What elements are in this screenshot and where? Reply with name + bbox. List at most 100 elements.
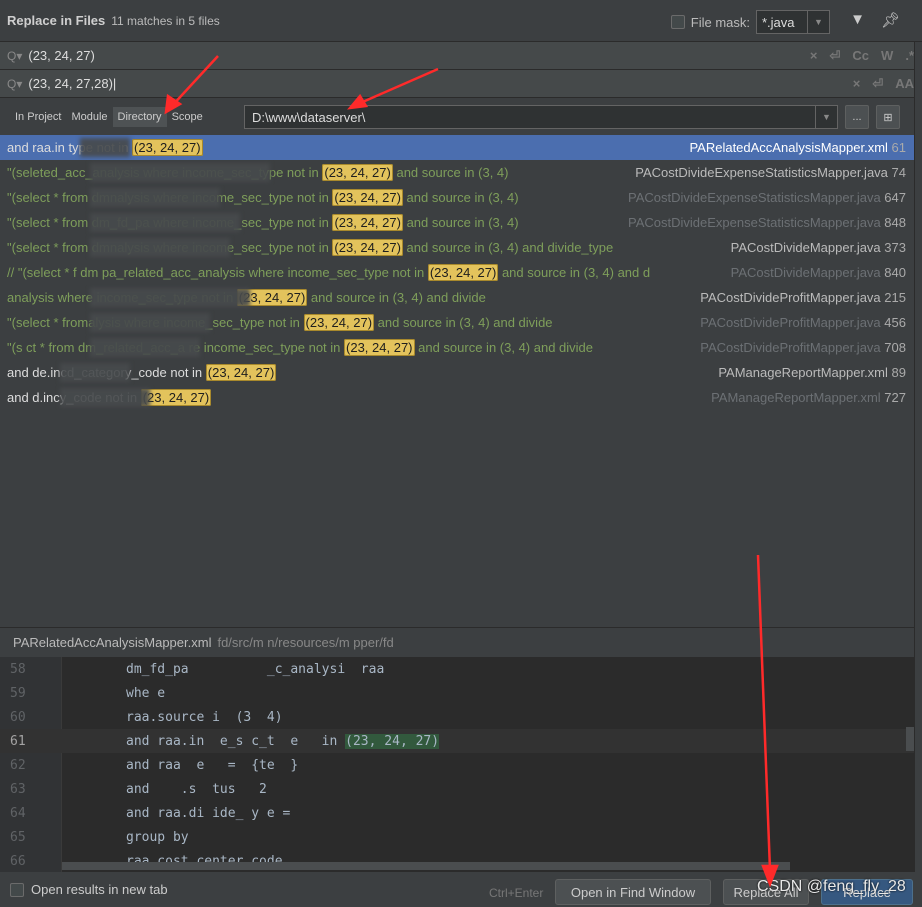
code-line: 59 whe e — [0, 681, 914, 705]
result-row[interactable]: "(select * from dmnalysis where income_s… — [0, 235, 914, 260]
open-new-tab-checkbox[interactable] — [10, 882, 24, 897]
match-highlight: (23, 24, 27) — [303, 314, 375, 331]
words-icon[interactable]: W — [881, 48, 893, 64]
line-number: 62 — [10, 757, 26, 773]
result-row[interactable]: "(select * from dm_fd_pa where income_se… — [0, 210, 914, 235]
match-highlight: (23, 24, 27) — [322, 164, 393, 181]
replace-input[interactable]: (23, 24, 27,28) — [28, 76, 113, 91]
tab-in-project[interactable]: In Project — [10, 107, 66, 127]
code-text: and .s tus 2 — [126, 781, 267, 797]
result-row[interactable]: "(seleted_acc_analysis where income_sec_… — [0, 160, 914, 185]
regex-icon[interactable]: .* — [905, 48, 914, 64]
result-file: PAManageReportMapper.xml 89 — [715, 365, 906, 380]
result-row[interactable]: analysis where income_sec_type not in (2… — [0, 285, 914, 310]
result-file: PACostDivideExpenseStatisticsMapper.java… — [625, 190, 906, 205]
line-number: 63 — [10, 781, 26, 797]
match-case-icon[interactable]: Cc — [852, 48, 869, 64]
line-number: 65 — [10, 829, 26, 845]
line-number: 59 — [10, 685, 26, 701]
tab-directory[interactable]: Directory — [112, 107, 167, 127]
search-history-icon[interactable]: Q▾ — [7, 49, 22, 63]
pin-icon[interactable]: 📌︎ — [881, 11, 900, 29]
result-text: and de.incd_category_code not in (23, 24… — [7, 364, 277, 381]
result-row[interactable]: "(select * fromalysis where income_sec_t… — [0, 310, 914, 335]
result-row[interactable]: // "(select * f dm pa_related_acc_analys… — [0, 260, 914, 285]
line-number: 58 — [10, 661, 26, 677]
directory-combo[interactable]: D:\www\dataserver\ ▼ — [244, 105, 838, 129]
line-number: 64 — [10, 805, 26, 821]
tab-module[interactable]: Module — [66, 107, 112, 127]
newline-icon[interactable]: ⏎ — [872, 76, 883, 92]
result-row[interactable]: "(s ct * from dm_related_acc_a re income… — [0, 335, 914, 360]
redaction-blur — [90, 163, 270, 182]
result-file: PACostDivideProfitMapper.java 456 — [697, 315, 906, 330]
result-row[interactable]: "(select * from dmnalysis where income_s… — [0, 185, 914, 210]
result-file: PACostDivideProfitMapper.java 708 — [697, 340, 906, 355]
match-highlight: (23, 24, 27) — [205, 364, 277, 381]
match-highlight: (23, 24, 27) — [332, 214, 403, 231]
match-highlight: (23, 24, 27) — [132, 139, 203, 156]
tab-scope[interactable]: Scope — [167, 107, 208, 127]
code-text: whe e — [126, 685, 166, 701]
redaction-blur — [90, 213, 240, 232]
redaction-blur — [90, 238, 230, 257]
code-line: 62 and raa e = {te } — [0, 753, 914, 777]
redaction-blur — [80, 138, 130, 157]
preserve-case-icon[interactable]: AA — [895, 76, 914, 92]
clear-icon[interactable]: × — [853, 76, 861, 92]
redaction-blur — [90, 288, 250, 307]
find-field[interactable]: Q▾ (23, 24, 27) × ⏎ Cc W .* — [0, 42, 922, 70]
result-file: PARelatedAccAnalysisMapper.xml 61 — [686, 140, 906, 155]
recursive-tree-icon[interactable]: ⊞ — [876, 105, 900, 129]
code-line: 58 dm_fd_pa _c_analysi raa — [0, 657, 914, 681]
result-file: PACostDivideExpenseStatisticsMapper.java… — [632, 165, 906, 180]
search-history-icon[interactable]: Q▾ — [7, 77, 22, 91]
result-file: PAManageReportMapper.xml 727 — [708, 390, 906, 405]
clear-icon[interactable]: × — [810, 48, 818, 64]
open-in-find-window-button[interactable]: Open in Find Window — [555, 879, 711, 905]
file-mask-checkbox[interactable] — [670, 15, 685, 29]
code-text: and raa.di ide_ y e = — [126, 805, 291, 821]
result-file: PACostDivideMapper.java 840 — [727, 265, 906, 280]
newline-icon[interactable]: ⏎ — [830, 48, 841, 64]
code-line: 65 group by — [0, 825, 914, 849]
code-line: 60 raa.source i (3 4) — [0, 705, 914, 729]
results-list: and raa.in type not in (23, 24, 27)PARel… — [0, 135, 914, 627]
find-input[interactable]: (23, 24, 27) — [28, 48, 95, 63]
replace-preview-highlight: (23, 24, 27) — [345, 733, 440, 749]
preview-path: fd/src/m n/resources/m pper/fd — [217, 635, 394, 650]
redaction-blur — [90, 338, 200, 357]
file-mask: File mask: *.java ▼ — [670, 10, 830, 34]
redaction-blur — [60, 388, 150, 407]
browse-button[interactable]: ... — [845, 105, 869, 129]
directory-value: D:\www\dataserver\ — [252, 109, 366, 125]
result-file: PACostDivideMapper.java 373 — [727, 240, 906, 255]
chevron-down-icon[interactable]: ▼ — [807, 11, 829, 33]
code-text: raa.source i (3 4) — [126, 709, 283, 725]
watermark: CSDN @feng_fly_28 — [757, 878, 906, 895]
filter-icon[interactable]: ▼ — [850, 11, 865, 28]
shortcut-hint: Ctrl+Enter — [489, 886, 544, 900]
match-highlight: (23, 24, 27) — [344, 339, 415, 356]
open-new-tab-label: Open results in new tab — [31, 882, 168, 897]
code-preview: 58 dm_fd_pa _c_analysi raa 59 whe e 60 raa.so… — [0, 657, 914, 872]
preview-file: PARelatedAccAnalysisMapper.xml — [13, 635, 212, 650]
file-mask-label: File mask: — [690, 14, 750, 30]
match-highlight: (23, 24, 27) — [332, 239, 403, 256]
code-line: 63 and .s tus 2 — [0, 777, 914, 801]
result-row[interactable]: and raa.in type not in (23, 24, 27)PARel… — [0, 135, 914, 160]
file-mask-combo[interactable]: *.java ▼ — [756, 10, 830, 34]
chevron-down-icon[interactable]: ▼ — [815, 106, 837, 128]
code-line: 64 and raa.di ide_ y e = — [0, 801, 914, 825]
vertical-scrollbar[interactable] — [906, 727, 914, 751]
result-row[interactable]: and de.incd_category_code not in (23, 24… — [0, 360, 914, 385]
result-row[interactable]: and d.incy_code not in (23, 24, 27)PAMan… — [0, 385, 914, 410]
replace-field[interactable]: Q▾ (23, 24, 27,28) | × ⏎ AA — [0, 70, 922, 98]
line-number: 61 — [10, 733, 26, 749]
match-count: 11 matches in 5 files — [111, 13, 220, 28]
file-mask-value: *.java — [762, 14, 795, 30]
line-number: 60 — [10, 709, 26, 725]
horizontal-scrollbar[interactable] — [62, 862, 790, 870]
code-text: and raa.in e_s c_t e in (23, 24, 27) — [126, 733, 440, 749]
match-highlight: (23, 24, 27) — [427, 264, 499, 281]
